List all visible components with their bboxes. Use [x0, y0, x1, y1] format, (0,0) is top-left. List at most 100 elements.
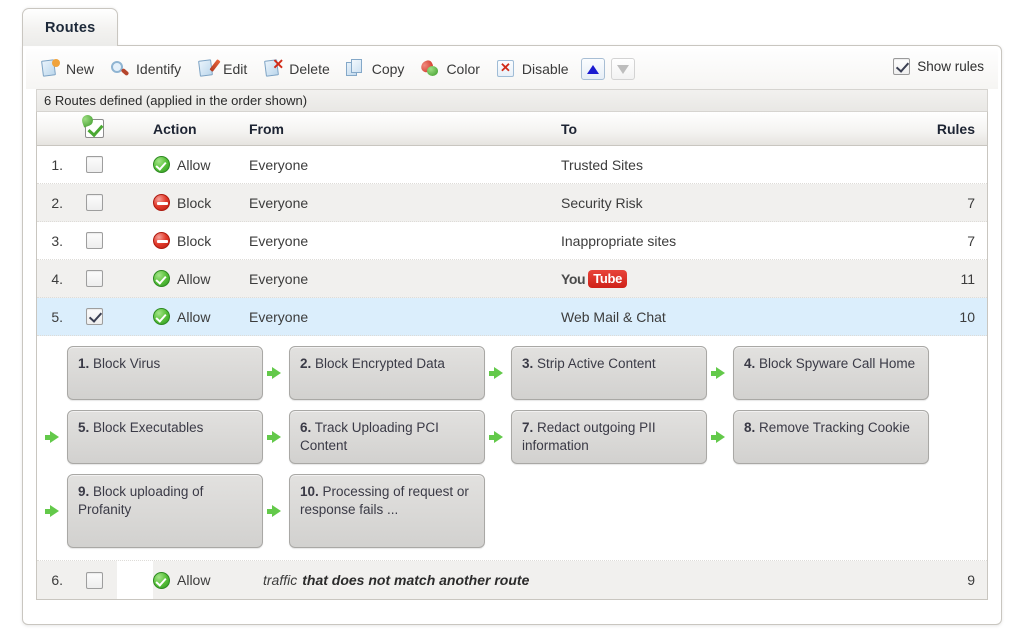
- copy-pages-icon: [345, 59, 366, 79]
- row-rules-count: 9: [967, 572, 975, 588]
- row-action-cell: Block: [153, 232, 249, 249]
- rule-step-number: 8.: [744, 420, 756, 435]
- triangle-down-icon: [616, 64, 629, 74]
- green-arrow-icon: [44, 431, 59, 443]
- copy-button[interactable]: Copy: [342, 55, 414, 83]
- row-action-cell: Allow: [153, 270, 249, 287]
- row-select-cell[interactable]: [71, 308, 117, 325]
- row-spacer: [117, 561, 153, 599]
- default-route-text-bold: that does not match another route: [302, 572, 530, 588]
- row-checkbox[interactable]: [85, 156, 103, 173]
- rule-step-2[interactable]: 2. Block Encrypted Data: [289, 346, 485, 400]
- table-row[interactable]: 1. Allow Everyone Trusted Sites: [37, 146, 987, 184]
- green-arrow-icon: [488, 367, 503, 379]
- rule-step-4[interactable]: 4. Block Spyware Call Home: [733, 346, 929, 400]
- rules-flow-line: 1. Block Virus 2. Block Encrypted Data 3…: [37, 346, 987, 400]
- tab-strip: Routes: [22, 8, 1002, 46]
- rule-step-1[interactable]: 1. Block Virus: [67, 346, 263, 400]
- delete-button[interactable]: ✕ Delete: [259, 55, 338, 83]
- delete-x-icon: ✕: [263, 57, 284, 79]
- table-row[interactable]: 5. Allow Everyone Web Mail & Chat 10: [37, 298, 987, 336]
- row-action-label: Block: [177, 232, 212, 249]
- edit-button[interactable]: Edit: [193, 55, 256, 83]
- identify-button[interactable]: Identify: [106, 55, 190, 83]
- table-row[interactable]: 4. Allow Everyone You Tube 11: [37, 260, 987, 298]
- toolbar: New Identify Edit ✕ Delete Copy Color ✕ …: [26, 49, 998, 89]
- row-checkbox[interactable]: [85, 232, 103, 249]
- row-number: 3.: [51, 232, 63, 249]
- rule-step-5[interactable]: 5. Block Executables: [67, 410, 263, 464]
- rule-step-text: Strip Active Content: [537, 356, 656, 371]
- rule-step-3[interactable]: 3. Strip Active Content: [511, 346, 707, 400]
- rule-step-text: Redact outgoing PII information: [522, 420, 656, 453]
- allow-icon: [153, 156, 170, 173]
- disable-button[interactable]: ✕ Disable: [492, 55, 578, 83]
- row-number: 5.: [51, 308, 63, 325]
- move-down-button[interactable]: [610, 58, 635, 80]
- row-select-cell[interactable]: [71, 270, 117, 287]
- row-number: 2.: [51, 194, 63, 211]
- row-action-cell: Allow: [153, 156, 249, 173]
- rules-flow-line: 9. Block uploading of Profanity 10. Proc…: [37, 474, 987, 548]
- new-document-icon: [40, 59, 60, 79]
- row-checkbox[interactable]: [85, 571, 103, 589]
- color-button[interactable]: Color: [416, 55, 488, 83]
- flow-arrow-cell: [485, 346, 511, 400]
- edit-pencil-icon: [197, 59, 221, 79]
- row-from: Everyone: [249, 270, 309, 287]
- show-rules-toggle[interactable]: Show rules: [893, 58, 984, 75]
- show-rules-label: Show rules: [917, 59, 984, 74]
- row-from: Everyone: [249, 156, 309, 173]
- row-rules-count: 10: [959, 308, 975, 325]
- youtube-logo-icon: You Tube: [561, 269, 628, 288]
- rules-flow-line: 5. Block Executables 6. Track Uploading …: [37, 410, 987, 464]
- row-checkbox[interactable]: [85, 194, 103, 211]
- flow-arrow-cell: [485, 410, 511, 464]
- tab-routes[interactable]: Routes: [22, 8, 119, 46]
- table-row[interactable]: 2. Block Everyone Security Risk 7: [37, 184, 987, 222]
- table-row[interactable]: 3. Block Everyone Inappropriate sites 7: [37, 222, 987, 260]
- default-route-description: traffic that does not match another rout…: [249, 572, 921, 588]
- green-arrow-icon: [710, 431, 725, 443]
- rule-step-number: 2.: [300, 356, 312, 371]
- rule-step-7[interactable]: 7. Redact outgoing PII information: [511, 410, 707, 464]
- green-arrow-icon: [266, 367, 281, 379]
- new-button[interactable]: New: [36, 55, 103, 83]
- row-checkbox[interactable]: [85, 270, 103, 287]
- rule-step-number: 10.: [300, 484, 319, 499]
- header-select-all[interactable]: [71, 119, 117, 138]
- rule-step-10[interactable]: 10. Processing of request or response fa…: [289, 474, 485, 548]
- rule-step-text: Block Spyware Call Home: [759, 356, 916, 371]
- row-select-cell[interactable]: [71, 571, 117, 589]
- header-rules[interactable]: Rules: [921, 121, 987, 137]
- show-rules-checkbox[interactable]: [893, 58, 911, 75]
- row-select-cell[interactable]: [71, 194, 117, 211]
- rule-step-text: Block Executables: [93, 420, 204, 435]
- rule-step-text: Block Encrypted Data: [315, 356, 445, 371]
- row-select-cell[interactable]: [71, 232, 117, 249]
- default-route-row[interactable]: 6. Allow traffic that does not match ano…: [37, 561, 987, 599]
- rule-step-8[interactable]: 8. Remove Tracking Cookie: [733, 410, 929, 464]
- rule-step-6[interactable]: 6. Track Uploading PCI Content: [289, 410, 485, 464]
- header-action[interactable]: Action: [153, 121, 249, 137]
- row-action-label: Allow: [177, 156, 211, 173]
- row-checkbox[interactable]: [85, 308, 103, 325]
- header-from[interactable]: From: [249, 121, 561, 137]
- flow-arrow-cell: [263, 346, 289, 400]
- rule-step-9[interactable]: 9. Block uploading of Profanity: [67, 474, 263, 548]
- flow-arrow-cell: [263, 474, 289, 548]
- row-rules-count: 7: [967, 194, 975, 211]
- rule-step-text: Track Uploading PCI Content: [300, 420, 439, 453]
- rule-step-number: 9.: [78, 484, 90, 499]
- row-rules-count: 7: [967, 232, 975, 249]
- disable-x-icon: ✕: [496, 59, 516, 79]
- row-select-cell[interactable]: [71, 156, 117, 173]
- green-arrow-icon: [710, 367, 725, 379]
- green-arrow-icon: [488, 431, 503, 443]
- disable-button-label: Disable: [521, 61, 569, 77]
- allow-icon: [153, 571, 170, 589]
- move-up-button[interactable]: [580, 58, 605, 80]
- table-header-row: Action From To Rules: [37, 112, 987, 146]
- row-from: Everyone: [249, 232, 309, 249]
- header-to[interactable]: To: [561, 121, 921, 137]
